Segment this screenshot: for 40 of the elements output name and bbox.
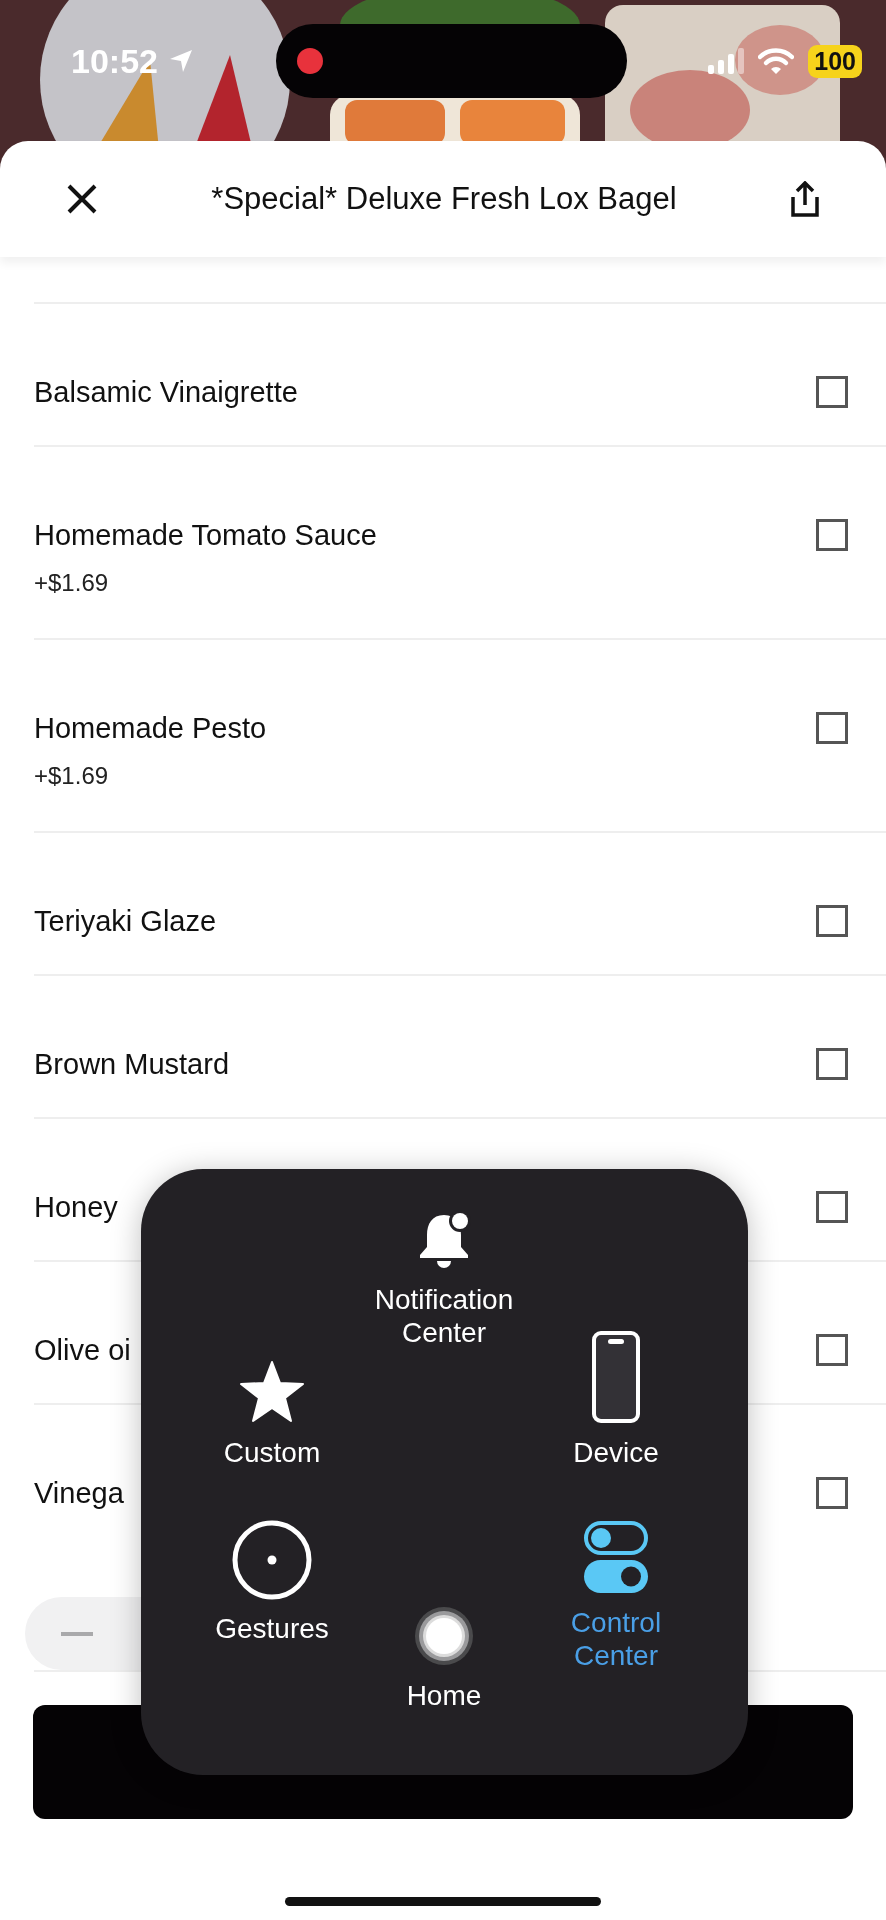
recording-dot-icon xyxy=(296,48,323,74)
status-time: 10:52 xyxy=(71,41,158,81)
checkbox[interactable] xyxy=(816,712,848,744)
close-button[interactable] xyxy=(66,183,98,215)
checkbox[interactable] xyxy=(816,519,848,551)
home-button-icon xyxy=(413,1605,475,1667)
item-title: *Special* Deluxe Fresh Lox Bagel xyxy=(210,181,678,217)
battery-indicator: 100 xyxy=(808,44,862,78)
share-icon xyxy=(790,181,820,217)
checkbox[interactable] xyxy=(816,376,848,408)
option-price: +$1.69 xyxy=(34,568,110,598)
option-name: Homemade Tomato Sauce xyxy=(34,518,378,552)
menu-button[interactable]: Control Center xyxy=(530,1520,702,1672)
minus-icon xyxy=(61,1631,93,1636)
option-name: Homemade Pesto xyxy=(34,711,268,745)
close-icon xyxy=(66,183,98,215)
toggles-icon xyxy=(583,1520,649,1594)
wifi-icon xyxy=(758,47,795,75)
phone-icon xyxy=(591,1330,641,1424)
circle-dot-icon xyxy=(232,1520,312,1600)
option-name: Honey xyxy=(34,1190,119,1224)
checkbox[interactable] xyxy=(816,1334,848,1366)
star-icon xyxy=(239,1360,305,1424)
menu-button[interactable]: Gestures xyxy=(186,1520,358,1645)
option-name: Brown Mustard xyxy=(34,1047,230,1081)
option-name: Teriyaki Glaze xyxy=(34,904,218,938)
checkbox[interactable] xyxy=(816,1477,848,1509)
menu-button[interactable]: Custom xyxy=(186,1360,358,1469)
option-name: Balsamic Vinaigrette xyxy=(34,375,299,409)
checkbox[interactable] xyxy=(816,905,848,937)
option-name: Olive oi xyxy=(34,1333,132,1367)
signal-icon xyxy=(708,48,745,74)
menu-button[interactable]: Device xyxy=(530,1330,702,1469)
option-price: +$1.69 xyxy=(34,761,110,791)
menu-button[interactable]: Notification Center xyxy=(358,1209,530,1349)
checkbox[interactable] xyxy=(816,1048,848,1080)
menu-button[interactable]: Home xyxy=(358,1605,530,1712)
checkbox[interactable] xyxy=(816,1191,848,1223)
option-name: Vinega xyxy=(34,1476,125,1510)
share-button[interactable] xyxy=(790,181,820,217)
